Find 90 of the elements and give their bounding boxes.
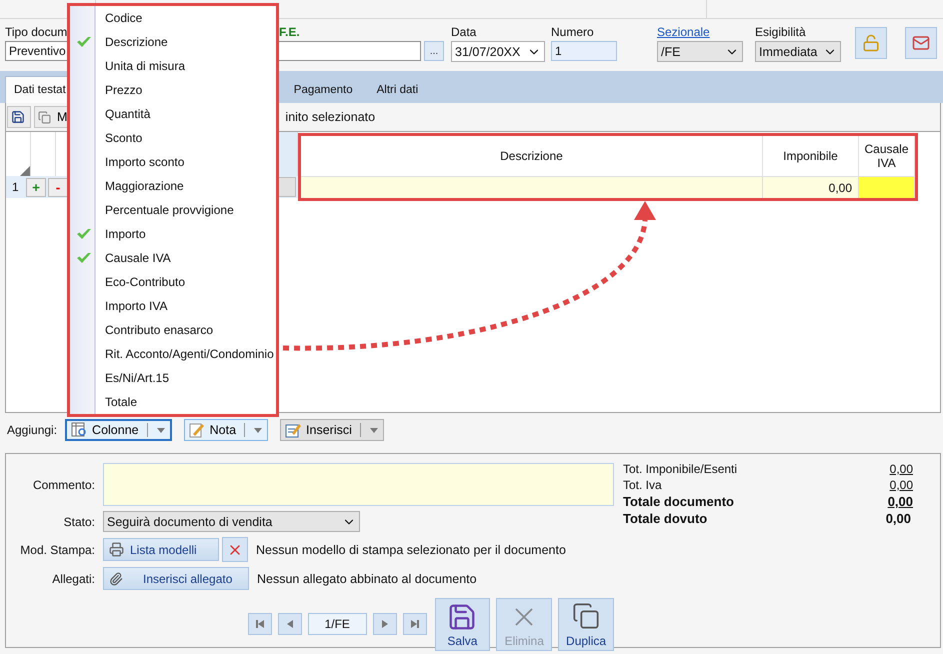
field-label: Data — [451, 24, 476, 41]
select-field[interactable]: /FE — [657, 41, 743, 62]
copy-icon — [38, 110, 51, 124]
total-value: 0,00 — [886, 510, 912, 527]
menu-item[interactable]: Totale — [70, 390, 276, 414]
add-row-button[interactable]: + — [26, 178, 46, 196]
menu-item[interactable]: Importo sconto — [70, 150, 276, 174]
field-label: F.E. — [278, 24, 300, 41]
total-value: 0,00 — [890, 461, 913, 477]
menu-item[interactable]: Quantità — [70, 102, 276, 126]
corner-icon — [20, 166, 30, 176]
input-field[interactable]: 1 — [551, 41, 617, 61]
menu-item[interactable]: Maggiorazione — [70, 174, 276, 198]
menu-item[interactable]: Contributo enasarco — [70, 318, 276, 342]
info-text: Nessun modello di stampa selezionato per il documento — [256, 542, 566, 556]
next-button[interactable] — [372, 613, 397, 635]
unlock-button[interactable] — [855, 27, 887, 59]
total-label: Tot. Imponibile/Esenti — [623, 461, 738, 477]
first-icon — [254, 619, 265, 629]
caret-icon — [156, 425, 166, 435]
select-field[interactable]: Seguirà documento di vendita — [103, 511, 360, 532]
date-field[interactable]: 31/07/20XX — [451, 41, 545, 62]
menu-item[interactable]: Descrizione — [70, 30, 276, 54]
select-field[interactable]: Immediata — [755, 41, 841, 62]
tab[interactable]: Altri dati — [368, 76, 428, 103]
last-icon — [410, 619, 420, 629]
record-field[interactable]: 1/FE — [308, 613, 367, 635]
mail-icon — [912, 34, 930, 52]
menu-item[interactable]: Percentuale provvigione — [70, 198, 276, 222]
field-label: Stato: — [62, 514, 95, 528]
field-label: Commento: — [32, 478, 95, 492]
save-button[interactable] — [7, 106, 31, 128]
first-button[interactable] — [248, 613, 272, 635]
mail-button[interactable] — [905, 27, 937, 59]
total-label: Tot. Iva — [623, 477, 662, 493]
copy-icon — [572, 602, 600, 630]
note-icon — [188, 422, 205, 438]
total-label: Totale documento — [623, 493, 734, 510]
action-button[interactable]: Duplica — [558, 598, 614, 651]
menu-item[interactable]: Causale IVA — [70, 246, 276, 270]
bar-label: Aggiungi: — [7, 423, 58, 437]
split-button[interactable]: Inserisci — [280, 419, 384, 441]
menu-item[interactable]: Sconto — [70, 126, 276, 150]
field-label: Mod. Stampa: — [19, 542, 95, 556]
previous-button[interactable] — [278, 613, 302, 635]
action-button[interactable]: Salva — [434, 598, 490, 651]
tab[interactable]: Pagamento — [284, 76, 362, 103]
status-text: inito selezionato — [285, 110, 376, 124]
field-label: Numero — [551, 24, 594, 41]
field-label: Allegati: — [51, 572, 95, 586]
clear-button[interactable] — [222, 537, 248, 562]
caret-icon — [368, 425, 379, 435]
printer-icon — [109, 542, 124, 557]
table-cell — [859, 177, 915, 198]
menu-item[interactable]: Rit. Acconto/Agenti/Condominio — [70, 342, 276, 366]
table-cell: 0,00 — [763, 177, 859, 198]
next-icon — [380, 619, 390, 629]
last-button[interactable] — [402, 613, 426, 635]
total-value: 0,00 — [890, 477, 913, 493]
previous-icon — [284, 619, 295, 629]
comment-field[interactable] — [103, 463, 614, 506]
info-text: Nessun allegato abbinato al documento — [257, 572, 477, 586]
split-button[interactable]: Colonne — [65, 419, 172, 441]
browse-button[interactable]: ... — [424, 41, 444, 61]
caret-icon — [253, 425, 264, 435]
template-list-button[interactable]: Lista modelli — [103, 538, 219, 561]
menu-item[interactable]: Importo IVA — [70, 294, 276, 318]
menu-item[interactable]: Eco-Contributo — [70, 270, 276, 294]
field-label: Tipo docum — [5, 24, 68, 41]
field-link[interactable]: Sezionale — [657, 23, 710, 41]
total-value: 0,00 — [888, 493, 913, 510]
menu-item[interactable]: Unita di misura — [70, 54, 276, 78]
save-icon — [11, 110, 25, 124]
unlock-icon — [862, 34, 880, 52]
check-icon — [76, 252, 92, 264]
remove-row-button[interactable]: - — [48, 178, 68, 196]
edit-icon — [285, 422, 302, 438]
row-number: 1 — [11, 180, 20, 194]
paperclip-icon — [109, 572, 123, 586]
save-icon — [447, 602, 478, 632]
field-label: Esigibilità — [755, 24, 806, 41]
table-icon — [71, 422, 88, 438]
menu-item[interactable]: Importo — [70, 222, 276, 246]
attach-button[interactable]: Inserisci allegato — [103, 567, 249, 590]
menu-item[interactable]: Es/Ni/Art.15 — [70, 366, 276, 390]
menu-item[interactable]: Codice — [70, 6, 276, 30]
split-button[interactable]: Nota — [184, 419, 268, 441]
check-icon — [76, 36, 92, 48]
check-icon — [76, 228, 92, 240]
total-label: Totale dovuto — [623, 510, 708, 527]
